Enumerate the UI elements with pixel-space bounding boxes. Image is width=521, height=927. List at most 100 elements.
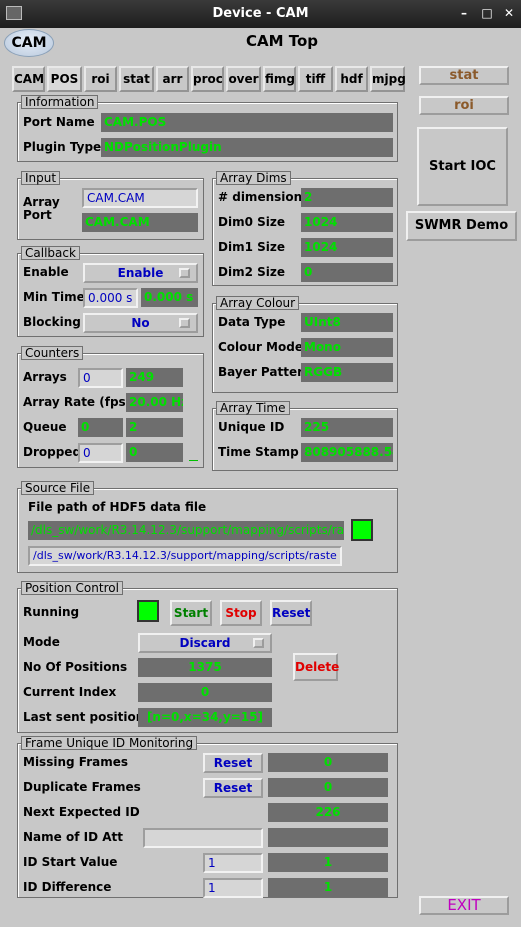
file-path-readback: /dls_sw/work/R3.14.12.3/support/mapping/… xyxy=(28,521,344,540)
duplicate-frames-reset-button[interactable]: Reset xyxy=(203,778,263,798)
tab-stat[interactable]: stat xyxy=(119,66,154,92)
roi-button[interactable]: roi xyxy=(419,96,509,115)
array-port-label: Array xyxy=(23,195,60,209)
name-of-id-att-input[interactable] xyxy=(143,828,263,848)
stat-button[interactable]: stat xyxy=(419,66,509,85)
bayer-pattern-readback: RGGB xyxy=(301,363,393,382)
dropped-input[interactable]: 0 xyxy=(78,443,123,463)
start-ioc-button[interactable]: Start IOC xyxy=(417,127,508,206)
arrays-label: Arrays xyxy=(23,370,67,384)
tab-hdf[interactable]: hdf xyxy=(335,66,368,92)
min-time-label: Min Time xyxy=(23,290,85,304)
id-difference-readback: 1 xyxy=(268,878,388,897)
queue-label: Queue xyxy=(23,420,67,434)
tab-mjpg[interactable]: mjpg xyxy=(370,66,406,92)
duplicate-frames-readback: 0 xyxy=(268,778,388,797)
file-path-input[interactable]: /dls_sw/work/R3.14.12.3/support/mapping/… xyxy=(28,546,342,566)
min-time-readback: 0.000 s xyxy=(141,288,198,307)
colour-mode-readback: Mono xyxy=(301,338,393,357)
callback-group-title: Callback xyxy=(21,246,80,260)
unique-id-readback: 225 xyxy=(301,418,393,437)
dim2-readback: 0 xyxy=(301,263,393,282)
plugin-type-readback: NDPositionPlugin xyxy=(101,138,393,157)
id-start-value-readback: 1 xyxy=(268,853,388,872)
maximize-icon[interactable]: □ xyxy=(479,5,495,21)
mode-menu[interactable]: Discard xyxy=(138,633,272,653)
tab-over[interactable]: over xyxy=(226,66,261,92)
colour-mode-label: Colour Mode xyxy=(218,340,303,354)
queue-size-readback: 0 xyxy=(78,418,123,437)
source-file-group-title: Source File xyxy=(21,481,95,495)
id-start-value-input[interactable]: 1 xyxy=(203,853,263,873)
dim1-label: Dim1 Size xyxy=(218,240,285,254)
running-led-icon xyxy=(137,600,159,622)
stop-button[interactable]: Stop xyxy=(220,600,262,626)
tab-arr[interactable]: arr xyxy=(156,66,189,92)
enable-menu-value: Enable xyxy=(117,266,164,280)
mode-label: Mode xyxy=(23,635,60,649)
current-index-label: Current Index xyxy=(23,685,117,699)
dim2-label: Dim2 Size xyxy=(218,265,285,279)
min-time-input[interactable]: 0.000 s xyxy=(83,288,138,308)
start-button[interactable]: Start xyxy=(170,600,212,626)
tab-proc[interactable]: proc xyxy=(191,66,224,92)
array-colour-group-title: Array Colour xyxy=(216,296,300,310)
close-icon[interactable]: ✕ xyxy=(501,5,517,21)
last-sent-readback: [n=0,x=34,y=15] xyxy=(138,708,272,727)
frame-monitoring-group-title: Frame Unique ID Monitoring xyxy=(21,736,198,750)
missing-frames-readback: 0 xyxy=(268,753,388,772)
blocking-label: Blocking xyxy=(23,315,81,329)
arrays-readback: 249 xyxy=(126,368,183,387)
tab-pos[interactable]: POS xyxy=(47,66,82,92)
tab-roi[interactable]: roi xyxy=(84,66,117,92)
ndims-label: # dimensions xyxy=(218,190,310,204)
dropped-readback: 0 xyxy=(126,443,183,462)
name-of-id-att-label: Name of ID Att xyxy=(23,830,123,844)
array-port-label-2: Port xyxy=(23,208,52,222)
running-label: Running xyxy=(23,605,80,619)
file-path-label: File path of HDF5 data file xyxy=(28,500,207,514)
id-difference-input[interactable]: 1 xyxy=(203,878,263,898)
unique-id-label: Unique ID xyxy=(218,420,285,434)
blocking-menu[interactable]: No xyxy=(83,313,198,333)
arrays-input[interactable]: 0 xyxy=(78,368,123,388)
counters-group-title: Counters xyxy=(21,346,84,360)
next-expected-id-readback: 226 xyxy=(268,803,388,822)
name-of-id-att-readback xyxy=(268,828,388,847)
tab-cam[interactable]: CAM xyxy=(12,66,45,92)
dim1-readback: 1024 xyxy=(301,238,393,257)
data-type-label: Data Type xyxy=(218,315,286,329)
duplicate-frames-label: Duplicate Frames xyxy=(23,780,141,794)
time-stamp-label: Time Stamp xyxy=(218,445,299,459)
delete-button[interactable]: Delete xyxy=(293,653,339,681)
queue-readback: 2 xyxy=(126,418,183,437)
plugin-type-label: Plugin Type xyxy=(23,140,102,154)
id-start-value-label: ID Start Value xyxy=(23,855,118,869)
array-port-input[interactable]: CAM.CAM xyxy=(82,188,198,208)
tab-tiff[interactable]: tiff xyxy=(298,66,333,92)
tab-fimg[interactable]: fimg xyxy=(263,66,296,92)
id-difference-label: ID Difference xyxy=(23,880,112,894)
swmr-demo-button[interactable]: SWMR Demo xyxy=(406,211,517,241)
window-title-bar: Device - CAM – □ ✕ xyxy=(0,0,521,28)
exit-button[interactable]: EXIT xyxy=(419,896,509,915)
next-expected-id-label: Next Expected ID xyxy=(23,805,140,819)
missing-frames-reset-button[interactable]: Reset xyxy=(203,753,263,773)
position-control-group-title: Position Control xyxy=(21,581,123,595)
reset-button[interactable]: Reset xyxy=(270,600,312,626)
last-sent-label: Last sent position xyxy=(23,710,145,724)
mode-menu-value: Discard xyxy=(179,636,231,650)
dim0-label: Dim0 Size xyxy=(218,215,285,229)
time-stamp-readback: 808905888.541 xyxy=(301,443,393,462)
minimize-icon[interactable]: – xyxy=(456,5,472,21)
missing-frames-label: Missing Frames xyxy=(23,755,128,769)
array-rate-label: Array Rate (fps) xyxy=(23,395,132,409)
enable-menu[interactable]: Enable xyxy=(83,263,198,283)
enable-label: Enable xyxy=(23,265,69,279)
dim0-readback: 1024 xyxy=(301,213,393,232)
window-title: Device - CAM xyxy=(212,6,309,21)
array-port-readback: CAM.CAM xyxy=(82,213,198,232)
blocking-menu-value: No xyxy=(131,316,150,330)
input-group-title: Input xyxy=(21,171,61,185)
current-index-readback: 0 xyxy=(138,683,272,702)
